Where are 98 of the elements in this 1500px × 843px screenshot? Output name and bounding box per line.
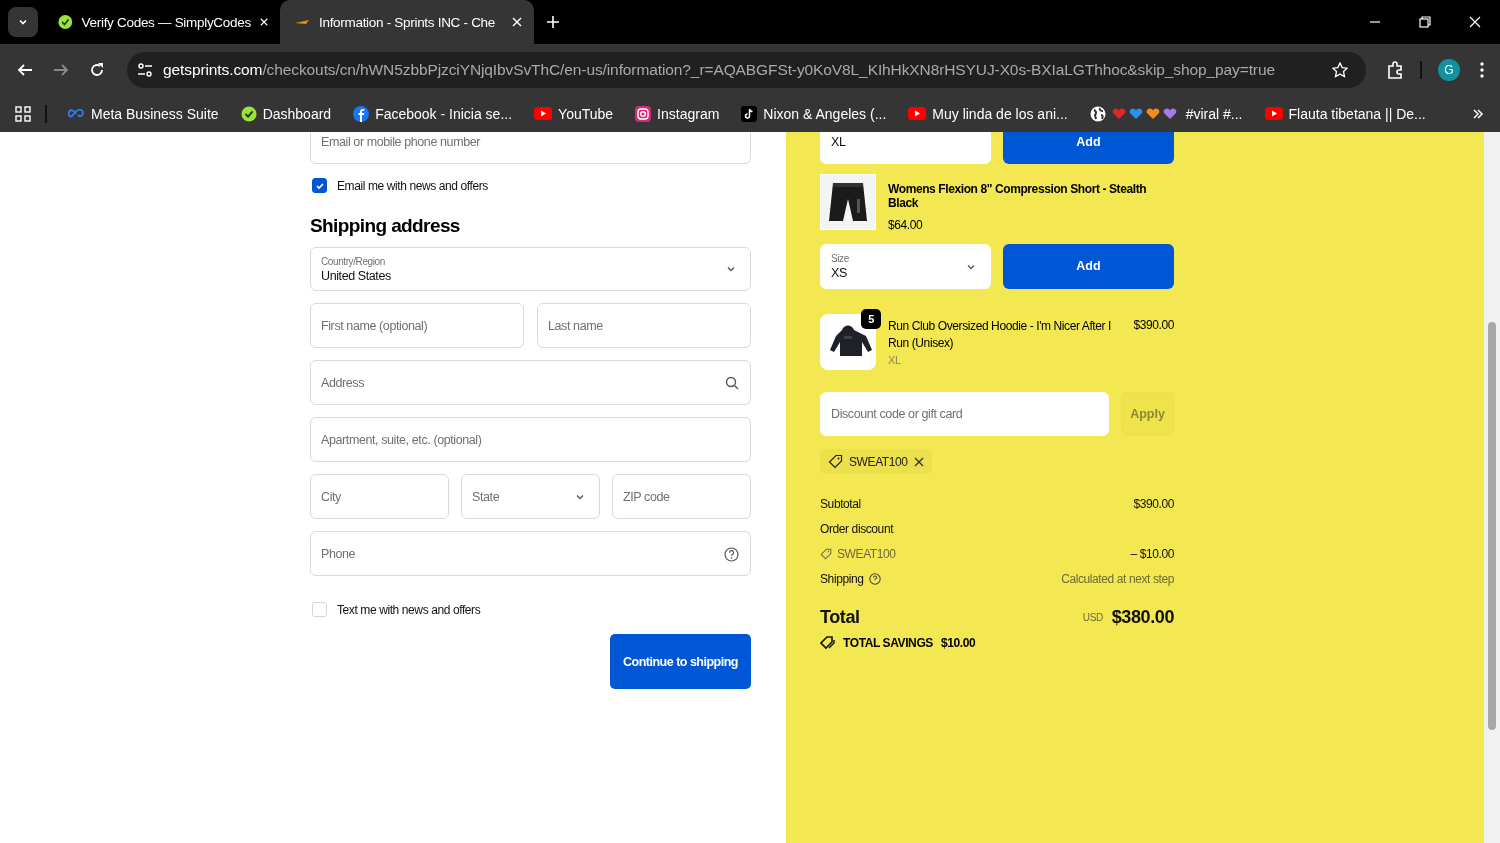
currency-code: USD	[1082, 611, 1103, 623]
scrollbar[interactable]	[1484, 132, 1500, 843]
bookmark[interactable]: #viral #...	[1085, 103, 1247, 124]
item-variant: XL	[888, 352, 902, 368]
continue-button[interactable]: Continue to shipping	[610, 634, 751, 689]
site-settings-icon[interactable]	[137, 61, 153, 78]
globe-icon	[1089, 105, 1106, 122]
apps-grid-icon[interactable]	[15, 105, 31, 122]
restore-icon[interactable]	[1419, 16, 1431, 28]
savings-label: TOTAL SAVINGS	[843, 635, 933, 650]
check-badge-icon	[240, 105, 257, 122]
country-select[interactable]: Country/Region United States	[310, 247, 751, 291]
bookmark-label: #viral #...	[1185, 105, 1243, 122]
zip-field[interactable]: ZIP code	[612, 474, 751, 519]
subtotal-label: Subtotal	[820, 497, 861, 511]
item-price: $390.00	[1133, 317, 1174, 334]
discount-label: Order discount	[820, 522, 894, 536]
puzzle-icon[interactable]	[1386, 60, 1404, 79]
product-price: $64.00	[888, 218, 924, 232]
bookmark[interactable]: YouTube	[530, 103, 618, 124]
discount-code: SWEAT100	[837, 547, 896, 561]
state-select[interactable]: State	[461, 474, 600, 519]
browser-tab[interactable]: Verify Codes — SimplyCodes	[44, 0, 280, 44]
section-heading: Shipping address	[310, 215, 461, 237]
tab-title: Information - Sprints INC - Che	[319, 14, 496, 30]
size-select[interactable]: Size XS	[820, 244, 991, 289]
infinity-icon	[67, 108, 85, 119]
profile-avatar[interactable]: G	[1438, 58, 1460, 81]
size-select[interactable]: XL	[820, 132, 991, 164]
item-name: Run Club Oversized Hoodie - I'm Nicer After I Run (Unisex)	[888, 318, 1113, 353]
help-icon	[868, 573, 881, 585]
subtotal-value: $390.00	[1133, 497, 1174, 511]
quantity-badge: 5	[861, 309, 881, 329]
close-icon[interactable]	[913, 456, 924, 467]
email-field[interactable]: Email or mobile phone number	[310, 132, 751, 164]
bookmark-label: Meta Business Suite	[91, 105, 219, 122]
discount-value: – $10.00	[1130, 547, 1174, 561]
code-text: SWEAT100	[849, 454, 908, 469]
last-name-field[interactable]: Last name	[537, 303, 751, 348]
phone-field[interactable]: Phone	[310, 531, 751, 576]
scrollbar-thumb[interactable]	[1488, 322, 1496, 730]
bookmark[interactable]: Dashboard	[236, 103, 336, 124]
shipping-label: Shipping	[820, 572, 864, 586]
bookmark[interactable]: Muy linda de los ani...	[904, 103, 1072, 124]
savings-value: $10.00	[940, 635, 976, 650]
note-icon	[741, 105, 758, 122]
bookmark-label: Nixon & Angeles (...	[763, 105, 887, 122]
tag-icon	[828, 454, 843, 469]
checkbox[interactable]	[312, 178, 327, 193]
bookmark-label: Instagram	[657, 105, 720, 122]
bookmark-label: Dashboard	[262, 105, 332, 122]
play-icon	[908, 107, 927, 120]
url-text: getsprints.com/checkouts/cn/hWN5zbbPjzciYNjqIbvSvThC/en-us/information?_r=AQABGFSt-y0KoV8L_KIhHkXN8rHSYUJ-X0s-BXIaLGThhoc&skip_shop_pay=true	[163, 60, 1276, 79]
f-circle-icon	[353, 105, 370, 122]
camera-icon	[635, 105, 652, 122]
discount-field[interactable]: Discount code or gift card	[820, 392, 1109, 436]
chevron-down-icon	[726, 264, 736, 274]
star-icon[interactable]	[1332, 61, 1348, 78]
play-icon	[534, 107, 553, 120]
total-label: Total	[820, 606, 860, 628]
search-icon	[725, 375, 739, 390]
apartment-field[interactable]: Apartment, suite, etc. (optional)	[310, 417, 751, 462]
address-bar[interactable]: getsprints.com/checkouts/cn/hWN5zbbPjzciYNjqIbvSvThC/en-us/information?_r=AQABGFSt-y0KoV8L_KIhHkXN8rHSYUJ-X0s-BXIaLGThhoc&skip_shop_pay=true	[127, 51, 1366, 88]
play-icon	[1264, 107, 1283, 120]
help-icon	[724, 546, 739, 562]
city-field[interactable]: City	[310, 474, 449, 519]
bookmark[interactable]: Instagram	[631, 103, 724, 124]
tag-icon	[820, 548, 832, 560]
checkbox-label: Email me with news and offers	[337, 178, 488, 193]
menu-icon[interactable]	[1480, 61, 1484, 78]
browser-tab[interactable]: Information - Sprints INC - Che	[280, 0, 534, 44]
add-button[interactable]: Add	[1003, 244, 1174, 289]
tags-icon	[820, 635, 835, 650]
new-tab-icon[interactable]	[546, 15, 560, 29]
address-field[interactable]: Address	[310, 360, 751, 405]
bookmark[interactable]: Nixon & Angeles (...	[737, 103, 891, 124]
chevrons-icon[interactable]	[1472, 107, 1484, 120]
checkmark-icon	[314, 180, 325, 191]
bookmark-label: Muy linda de los ani...	[932, 105, 1068, 122]
tab-title: Verify Codes — SimplyCodes	[81, 14, 251, 30]
bookmark[interactable]: Meta Business Suite	[63, 103, 223, 124]
shipping-value: Calculated at next step	[1061, 572, 1174, 586]
bookmark[interactable]: Flauta tibetana || De...	[1260, 103, 1430, 124]
bookmark-label: Flauta tibetana || De...	[1288, 105, 1426, 122]
product-name: Womens Flexion 8" Compression Short - Stealth Black	[888, 182, 1148, 210]
first-name-field[interactable]: First name (optional)	[310, 303, 524, 348]
reload-icon[interactable]	[89, 61, 105, 78]
bookmark[interactable]: Facebook - Inicia se...	[349, 103, 517, 124]
tab-list-button[interactable]	[8, 7, 38, 37]
checkbox-label: Text me with news and offers	[337, 602, 481, 617]
back-icon[interactable]	[17, 61, 33, 78]
total-value: $380.00	[1111, 606, 1174, 628]
add-button[interactable]: Add	[1003, 132, 1174, 164]
check-badge-icon	[58, 13, 73, 31]
bookmark-label: YouTube	[558, 105, 614, 122]
logo-icon	[294, 18, 310, 26]
forward-icon[interactable]	[53, 61, 69, 78]
bookmark-label: Facebook - Inicia se...	[375, 105, 513, 122]
